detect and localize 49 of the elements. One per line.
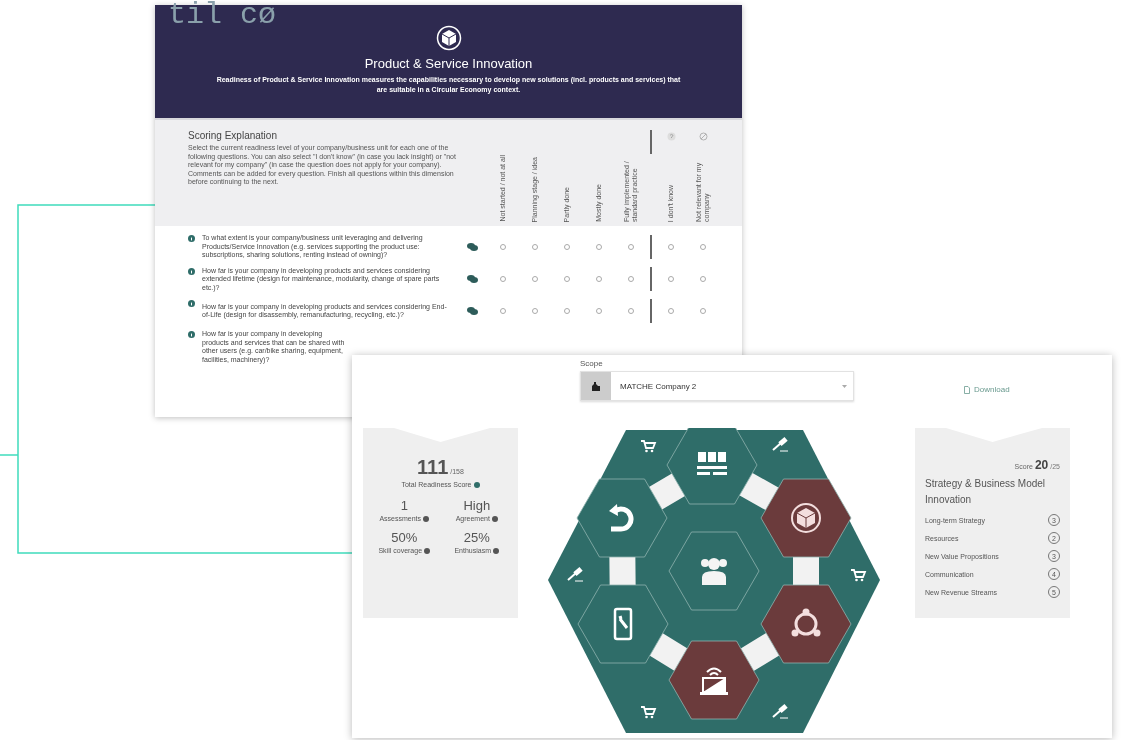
info-icon bbox=[188, 300, 195, 307]
stat-value: High bbox=[463, 498, 491, 513]
stat-value: 50% bbox=[391, 530, 418, 545]
building-icon bbox=[591, 381, 601, 391]
info-icon[interactable] bbox=[491, 515, 498, 522]
hexagon-segment[interactable] bbox=[668, 531, 760, 611]
section-title: Scoring Explanation bbox=[188, 130, 278, 141]
info-icon[interactable] bbox=[493, 547, 500, 554]
hammer-icon bbox=[772, 704, 789, 719]
stat-value: 1 bbox=[400, 498, 408, 513]
hexagon-segment[interactable] bbox=[576, 478, 668, 558]
block-icon bbox=[698, 132, 708, 141]
dimension-name: Strategy & Business Model Innovation bbox=[925, 477, 1047, 507]
info-icon[interactable] bbox=[423, 515, 430, 522]
heading-fragment: til cø bbox=[168, 0, 277, 30]
building-icon bbox=[697, 452, 727, 475]
info-icon bbox=[188, 331, 195, 338]
hexagon-segment[interactable] bbox=[668, 640, 760, 720]
phone-icon bbox=[613, 607, 633, 641]
scope-label: Scope bbox=[580, 359, 604, 368]
comment-icon[interactable] bbox=[466, 307, 478, 315]
cart-icon bbox=[850, 569, 867, 582]
laptop-icon bbox=[700, 667, 728, 695]
dimension-score: 20 bbox=[1034, 458, 1049, 472]
cart-icon bbox=[640, 706, 657, 719]
info-icon[interactable] bbox=[424, 547, 431, 554]
scope-dropdown[interactable]: MATCHE Company 2 bbox=[580, 371, 854, 401]
info-icon bbox=[188, 267, 195, 275]
people-icon bbox=[701, 558, 727, 585]
cycle-arrow-icon bbox=[609, 504, 634, 532]
hexagon-segment[interactable] bbox=[760, 584, 852, 664]
comment-icon[interactable] bbox=[466, 242, 478, 251]
info-icon bbox=[188, 235, 195, 242]
cube-icon bbox=[791, 503, 821, 533]
cart-icon bbox=[640, 440, 657, 453]
dimension-title: Product & Service Innovation bbox=[364, 56, 533, 71]
file-icon bbox=[964, 385, 970, 394]
hexagon-segment[interactable] bbox=[760, 478, 852, 558]
hexagon-segment[interactable] bbox=[666, 428, 758, 505]
hammer-icon bbox=[772, 437, 789, 452]
stat-value: 25% bbox=[463, 530, 490, 545]
total-score: 111 bbox=[417, 456, 449, 479]
comment-icon[interactable] bbox=[466, 275, 478, 284]
hexagon-segment[interactable] bbox=[577, 584, 669, 664]
hammer-icon bbox=[567, 567, 584, 582]
cube-icon bbox=[435, 25, 462, 51]
caret-icon bbox=[842, 384, 847, 388]
info-icon[interactable] bbox=[473, 481, 480, 488]
question-icon bbox=[666, 132, 676, 141]
